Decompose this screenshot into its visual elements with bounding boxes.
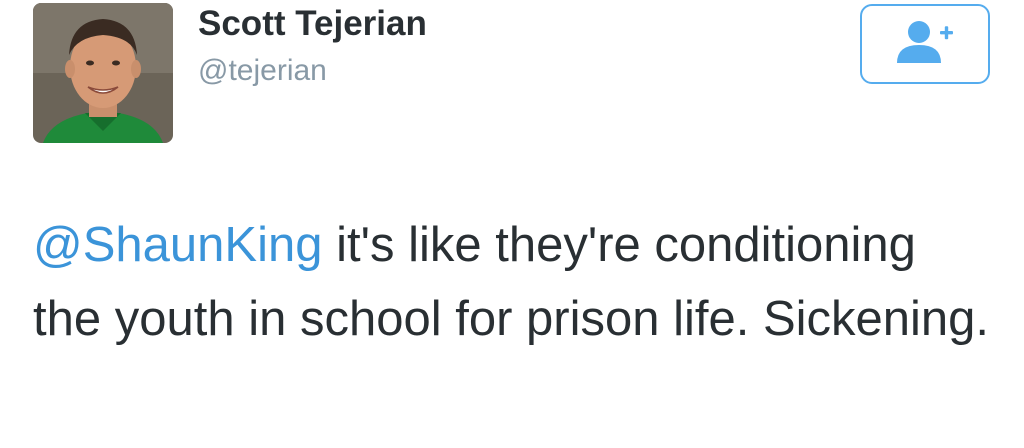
display-name[interactable]: Scott Tejerian xyxy=(198,4,427,44)
tweet-text: @ShaunKing it's like they're conditionin… xyxy=(33,208,993,356)
add-user-icon xyxy=(895,19,955,70)
mention-link[interactable]: @ShaunKing xyxy=(33,218,323,272)
user-handle[interactable]: @tejerian xyxy=(198,54,327,88)
follow-button[interactable] xyxy=(860,4,990,84)
avatar[interactable] xyxy=(33,3,173,143)
